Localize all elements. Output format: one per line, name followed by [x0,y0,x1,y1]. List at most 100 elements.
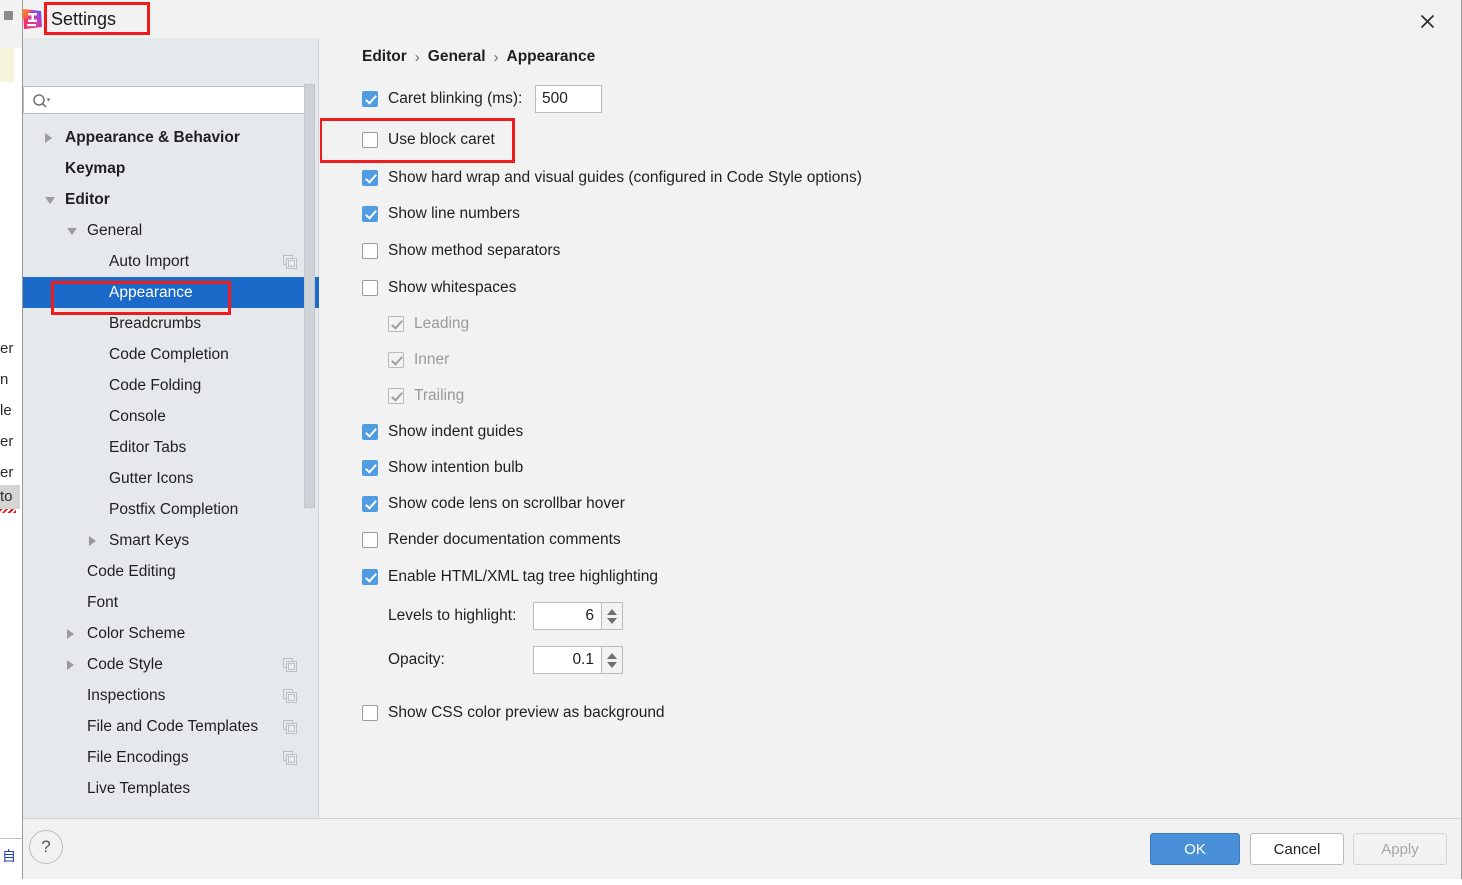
breadcrumb-item-appearance[interactable]: Appearance [507,48,596,66]
whitespace-trailing-label: Trailing [414,387,465,404]
settings-dialog: Settings Appearance & Behavior Keymap Ed… [22,0,1462,879]
spinner-up-icon[interactable] [607,652,617,659]
sidebar-item-editor[interactable]: Editor [23,184,319,215]
levels-to-highlight-label: Levels to highlight: [388,607,517,624]
spinner-down-icon[interactable] [607,661,617,668]
show-indent-guides-checkbox[interactable] [362,424,378,440]
sidebar-item-label: File and Code Templates [87,717,259,735]
sidebar-item-general[interactable]: General [23,215,319,246]
background-divider [0,838,22,839]
close-icon[interactable] [1407,6,1447,36]
sidebar-item-code-completion[interactable]: Code Completion [23,339,319,370]
search-input[interactable] [56,87,304,115]
sidebar-item-label: Code Style [87,655,163,673]
option-row-show-code-lens: Show code lens on scrollbar hover [362,495,625,513]
opacity-spinner [533,646,623,674]
option-row-enable-tag-tree: Enable HTML/XML tag tree highlighting [362,568,658,586]
sidebar-item-label: Font [87,593,119,611]
sidebar-item-font[interactable]: Font [23,587,319,618]
caret-blinking-input[interactable] [535,85,602,113]
sidebar-item-file-and-code-templates[interactable]: File and Code Templates [23,711,319,742]
show-whitespaces-checkbox[interactable] [362,280,378,296]
sidebar-scrollbar-thumb[interactable] [304,84,315,508]
opacity-input[interactable] [533,646,601,674]
enable-tag-tree-checkbox[interactable] [362,569,378,585]
background-text-fragment: er [0,433,14,450]
breadcrumb-item-general[interactable]: General [428,48,486,66]
sidebar-item-label: Editor Tabs [109,438,187,456]
show-css-color-preview-checkbox[interactable] [362,705,378,721]
show-code-lens-checkbox[interactable] [362,496,378,512]
sidebar-item-code-folding[interactable]: Code Folding [23,370,319,401]
render-doc-comments-checkbox[interactable] [362,532,378,548]
sidebar-item-postfix-completion[interactable]: Postfix Completion [23,494,319,525]
option-row-use-block-caret: Use block caret [362,131,495,149]
sidebar-item-label: Postfix Completion [109,500,239,518]
option-row-whitespace-trailing: Trailing [388,387,464,405]
levels-to-highlight-input[interactable] [533,602,601,630]
background-text-fragment: n [0,371,9,388]
sidebar-item-keymap[interactable]: Keymap [23,153,319,184]
render-doc-comments-label: Render documentation comments [388,531,621,548]
sidebar-item-file-types[interactable]: File Types [23,804,319,813]
breadcrumb-separator-icon: › [414,48,420,66]
breadcrumb-item-editor[interactable]: Editor [362,48,407,66]
sidebar-item-editor-tabs[interactable]: Editor Tabs [23,432,319,463]
show-intention-bulb-checkbox[interactable] [362,460,378,476]
show-hard-wrap-checkbox[interactable] [362,170,378,186]
chevron-right-icon[interactable] [89,535,101,547]
show-whitespaces-label: Show whitespaces [388,279,517,296]
caret-blinking-checkbox[interactable] [362,91,378,107]
option-row-caret-blinking: Caret blinking (ms): [362,90,522,108]
sidebar-item-breadcrumbs[interactable]: Breadcrumbs [23,308,319,339]
sidebar-item-console[interactable]: Console [23,401,319,432]
sidebar-item-code-style[interactable]: Code Style [23,649,319,680]
chevron-down-icon[interactable] [67,225,79,237]
sidebar-item-label: File Encodings [87,748,189,766]
show-css-color-preview-label: Show CSS color preview as background [388,704,665,721]
sidebar-item-label: Breadcrumbs [109,314,202,332]
opacity-stepper[interactable] [601,646,623,674]
settings-tree[interactable]: Appearance & Behavior Keymap Editor General… [23,122,319,812]
cancel-button[interactable]: Cancel [1250,833,1344,865]
sidebar-item-appearance[interactable]: Appearance [23,277,319,308]
dialog-title-bar: Settings [22,0,1461,38]
settings-main-panel: Editor › General › Appearance Caret blin… [320,38,1461,818]
sidebar-item-auto-import[interactable]: Auto Import [23,246,319,277]
background-error-squiggle [0,509,16,513]
sidebar-item-file-encodings[interactable]: File Encodings [23,742,319,773]
background-text-fragment: le [0,402,12,419]
sidebar-item-appearance-behavior[interactable]: Appearance & Behavior [23,122,319,153]
sidebar-item-inspections[interactable]: Inspections [23,680,319,711]
search-area [23,76,319,115]
show-line-numbers-label: Show line numbers [388,205,520,222]
chevron-down-icon[interactable] [45,194,57,206]
sidebar-item-label: Code Editing [87,562,176,580]
sidebar-item-color-scheme[interactable]: Color Scheme [23,618,319,649]
spinner-up-icon[interactable] [607,608,617,615]
help-icon[interactable]: ? [29,830,63,864]
option-row-whitespace-leading: Leading [388,315,469,333]
sidebar-item-label: Code Folding [109,376,202,394]
show-method-separators-checkbox[interactable] [362,243,378,259]
search-box[interactable] [23,86,309,115]
levels-to-highlight-stepper[interactable] [601,602,623,630]
sidebar-item-smart-keys[interactable]: Smart Keys [23,525,319,556]
background-text-fragment: er [0,464,14,481]
background-tool-icon [4,11,13,20]
dialog-title: Settings [51,9,117,29]
sidebar-item-code-editing[interactable]: Code Editing [23,556,319,587]
show-line-numbers-checkbox[interactable] [362,206,378,222]
ok-button[interactable]: OK [1150,833,1240,865]
chevron-right-icon[interactable] [45,132,57,144]
whitespace-trailing-checkbox [388,388,404,404]
sidebar-item-label: Code Completion [109,345,229,363]
use-block-caret-label: Use block caret [388,131,495,148]
use-block-caret-checkbox[interactable] [362,132,378,148]
sidebar-item-gutter-icons[interactable]: Gutter Icons [23,463,319,494]
sidebar-item-label: Editor [65,190,110,208]
chevron-right-icon[interactable] [67,659,79,671]
sidebar-item-live-templates[interactable]: Live Templates [23,773,319,804]
chevron-right-icon[interactable] [67,628,79,640]
spinner-down-icon[interactable] [607,617,617,624]
